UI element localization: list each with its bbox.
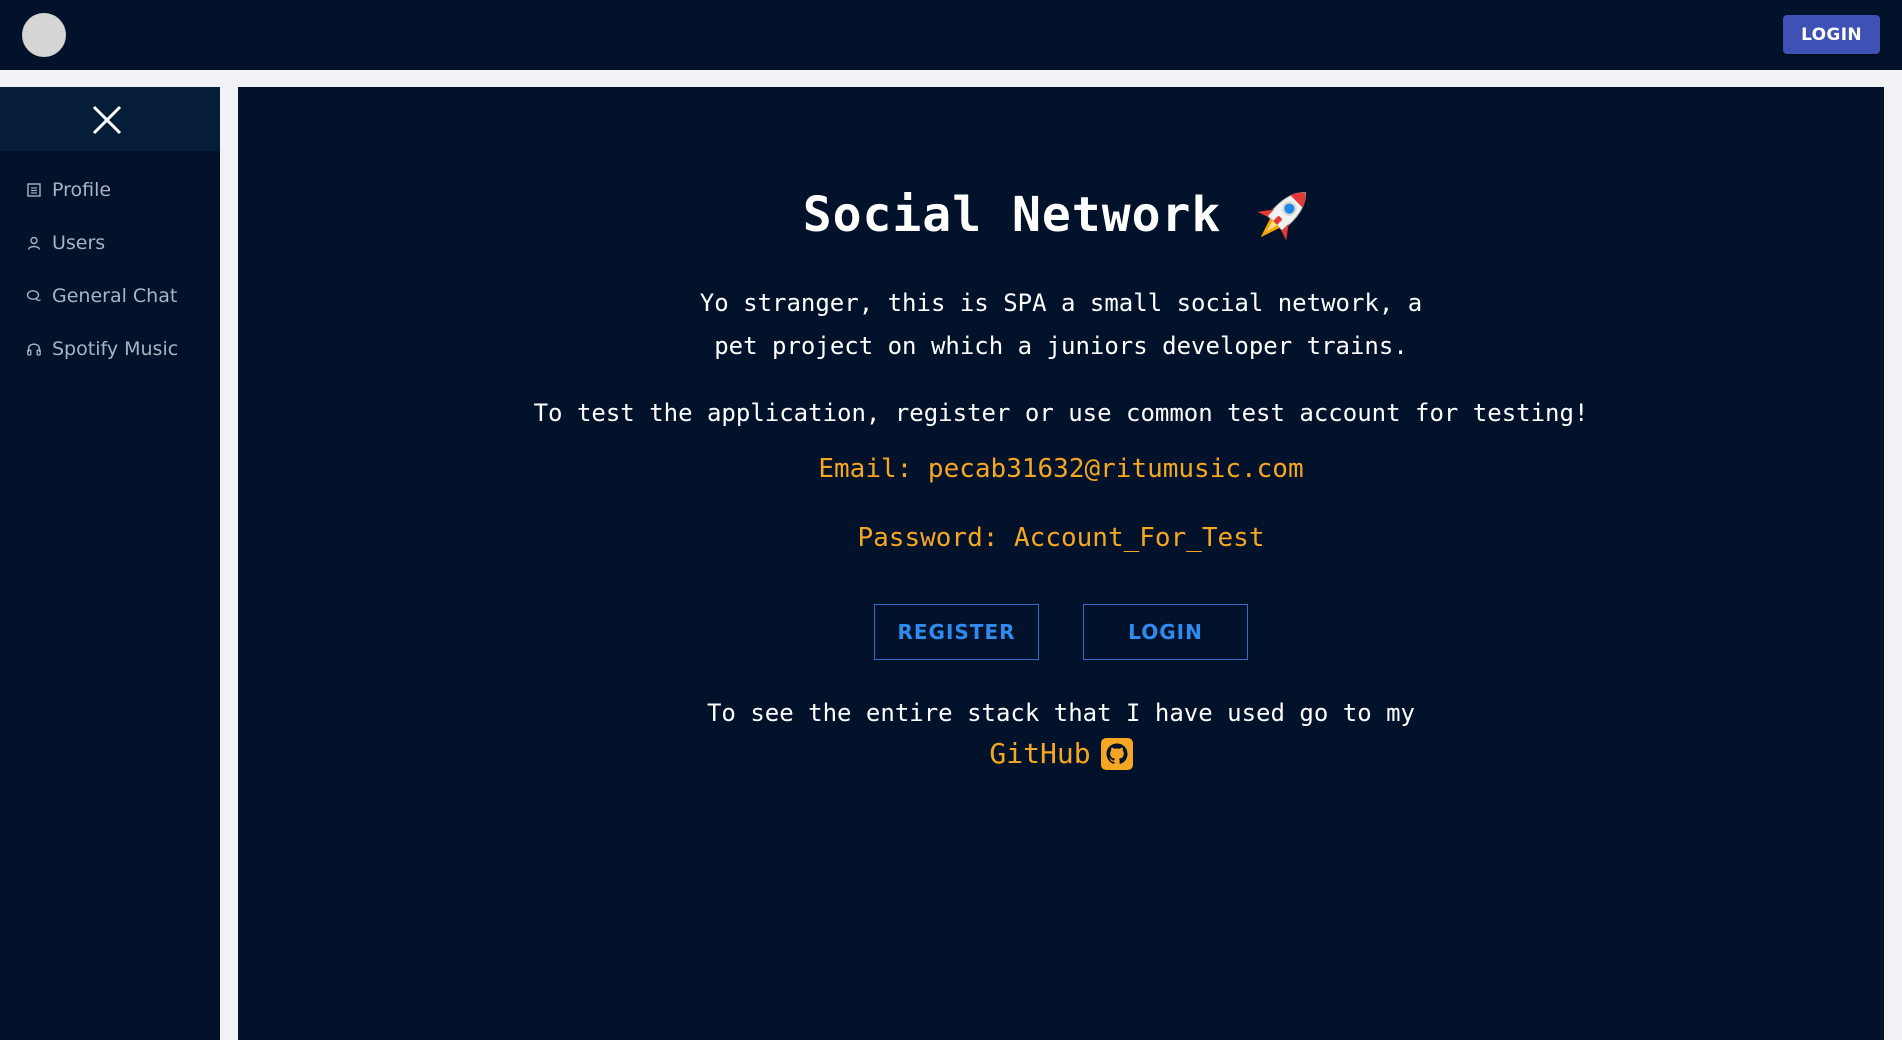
login-button[interactable]: LOGIN: [1083, 604, 1248, 660]
test-password: Password: Account_For_Test: [857, 523, 1265, 553]
sidebar: Profile Users General Chat Spotify Music: [0, 87, 220, 1040]
intro-text: Yo stranger, this is SPA a small social …: [699, 289, 1423, 360]
page-title: Social Network: [238, 179, 1884, 251]
profile-icon: [27, 182, 41, 197]
github-icon: [1100, 737, 1133, 770]
page-title-text: Social Network: [802, 187, 1222, 243]
sidebar-item-users[interactable]: Users: [0, 216, 220, 269]
sidebar-item-label: General Chat: [52, 284, 178, 307]
sidebar-item-spotify-music[interactable]: Spotify Music: [0, 322, 220, 375]
sidebar-item-label: Spotify Music: [52, 337, 179, 360]
chat-icon: [26, 289, 41, 301]
main-content: Social Network Yo stranger, this is SPA …: [238, 87, 1884, 1040]
avatar[interactable]: [22, 13, 66, 57]
header-login-button[interactable]: LOGIN: [1783, 15, 1880, 54]
test-email: Email: pecab31632@ritumusic.com: [818, 454, 1304, 484]
sidebar-header: [0, 87, 220, 151]
sidebar-nav: Profile Users General Chat Spotify Music: [0, 151, 220, 375]
sidebar-item-label: Users: [52, 231, 106, 254]
rocket-icon: [1257, 192, 1307, 241]
close-icon[interactable]: [91, 104, 123, 136]
testing-text: To test the application, register or use…: [533, 399, 1589, 427]
register-button[interactable]: REGISTER: [874, 604, 1039, 660]
stack-text: To see the entire stack that I have used…: [706, 699, 1415, 727]
github-link[interactable]: GitHub: [238, 737, 1884, 770]
sidebar-item-profile[interactable]: Profile: [0, 163, 220, 216]
top-bar: LOGIN: [0, 0, 1902, 70]
sidebar-item-general-chat[interactable]: General Chat: [0, 269, 220, 322]
user-icon: [27, 236, 41, 250]
sidebar-item-label: Profile: [52, 178, 112, 201]
github-link-label: GitHub: [989, 737, 1091, 770]
headphones-icon: [27, 342, 41, 356]
auth-buttons: REGISTER LOGIN: [238, 604, 1884, 660]
